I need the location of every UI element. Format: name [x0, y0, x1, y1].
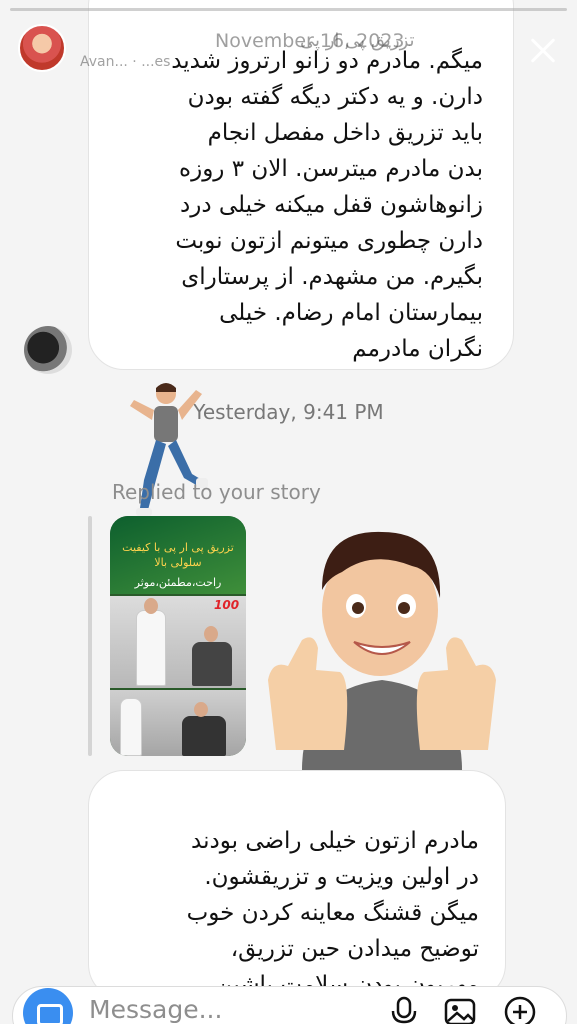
camera-icon[interactable] — [23, 988, 73, 1024]
story-photo-top: 100 — [110, 596, 246, 688]
message-line: دارن چطوری میتونم ازتون نوبت — [175, 228, 483, 254]
message-timestamp: Yesterday, 9:41 PM — [193, 400, 384, 424]
message-line: بگیرم. من مشهدم. از پرستارای — [181, 264, 483, 290]
story-photo-bottom — [110, 690, 246, 756]
message-line: توضیح میدادن حین تزریق، — [230, 936, 479, 962]
replied-to-story-label: Replied to your story — [112, 480, 321, 504]
account-subtitle: Avan... · ...es — [80, 54, 171, 70]
message-line: میگن قشنگ معاینه کردن خوب — [186, 900, 479, 926]
story-thumbnail[interactable]: تزریق پی ار پی با کیفیت سلولی بالا راحت،… — [110, 516, 246, 756]
message-line: مادرم ازتون خیلی راضی بودند — [191, 828, 479, 854]
message-bubble-incoming-2[interactable]: مادرم ازتون خیلی راضی بودند در اولین ویزی… — [88, 770, 506, 1000]
message-line: بدن مادرم میترسن. الان ۳ روزه — [179, 156, 483, 182]
thumbs-up-avatar-sticker — [268, 531, 496, 770]
message-composer: Message... — [12, 986, 567, 1024]
story-badge: 100 — [214, 598, 240, 612]
message-input[interactable]: Message... — [89, 995, 222, 1024]
story-headline: تزریق پی ار پی با کیفیت سلولی بالا — [116, 540, 240, 570]
message-line: نگران مادرمم — [352, 336, 483, 362]
story-tagline: راحت،مطمئن،موثر — [134, 576, 222, 589]
close-icon[interactable] — [523, 30, 563, 70]
reply-indicator-line — [88, 516, 92, 756]
gallery-icon[interactable] — [443, 995, 477, 1024]
sender-avatar[interactable] — [24, 326, 72, 374]
message-line: باید تزریق داخل مفصل انجام — [207, 120, 483, 146]
message-text-2: مادرم ازتون خیلی راضی بودند در اولین ویزی… — [187, 828, 479, 998]
profile-avatar[interactable] — [18, 24, 66, 72]
microphone-icon[interactable] — [387, 995, 421, 1024]
message-line: در اولین ویزیت و تزریقشون. — [204, 864, 479, 890]
story-progress-bar — [10, 8, 567, 11]
message-text: میگم. مادرم دو زانو ارتروز شدید دارن. و ی… — [171, 48, 483, 362]
add-icon[interactable] — [503, 995, 537, 1024]
message-line: زانوهاشون قفل میکنه خیلی درد — [179, 192, 483, 218]
story-headline-text-2: سلولی بالا — [154, 556, 202, 569]
message-line: بیمارستان امام رضام. خیلی — [219, 300, 483, 326]
story-date: November 16, 2023 — [215, 30, 405, 52]
story-header: تزریق پی ار پی November 16, 2023 Avan...… — [0, 0, 577, 90]
story-headline-text: تزریق پی ار پی با کیفیت — [122, 541, 234, 554]
